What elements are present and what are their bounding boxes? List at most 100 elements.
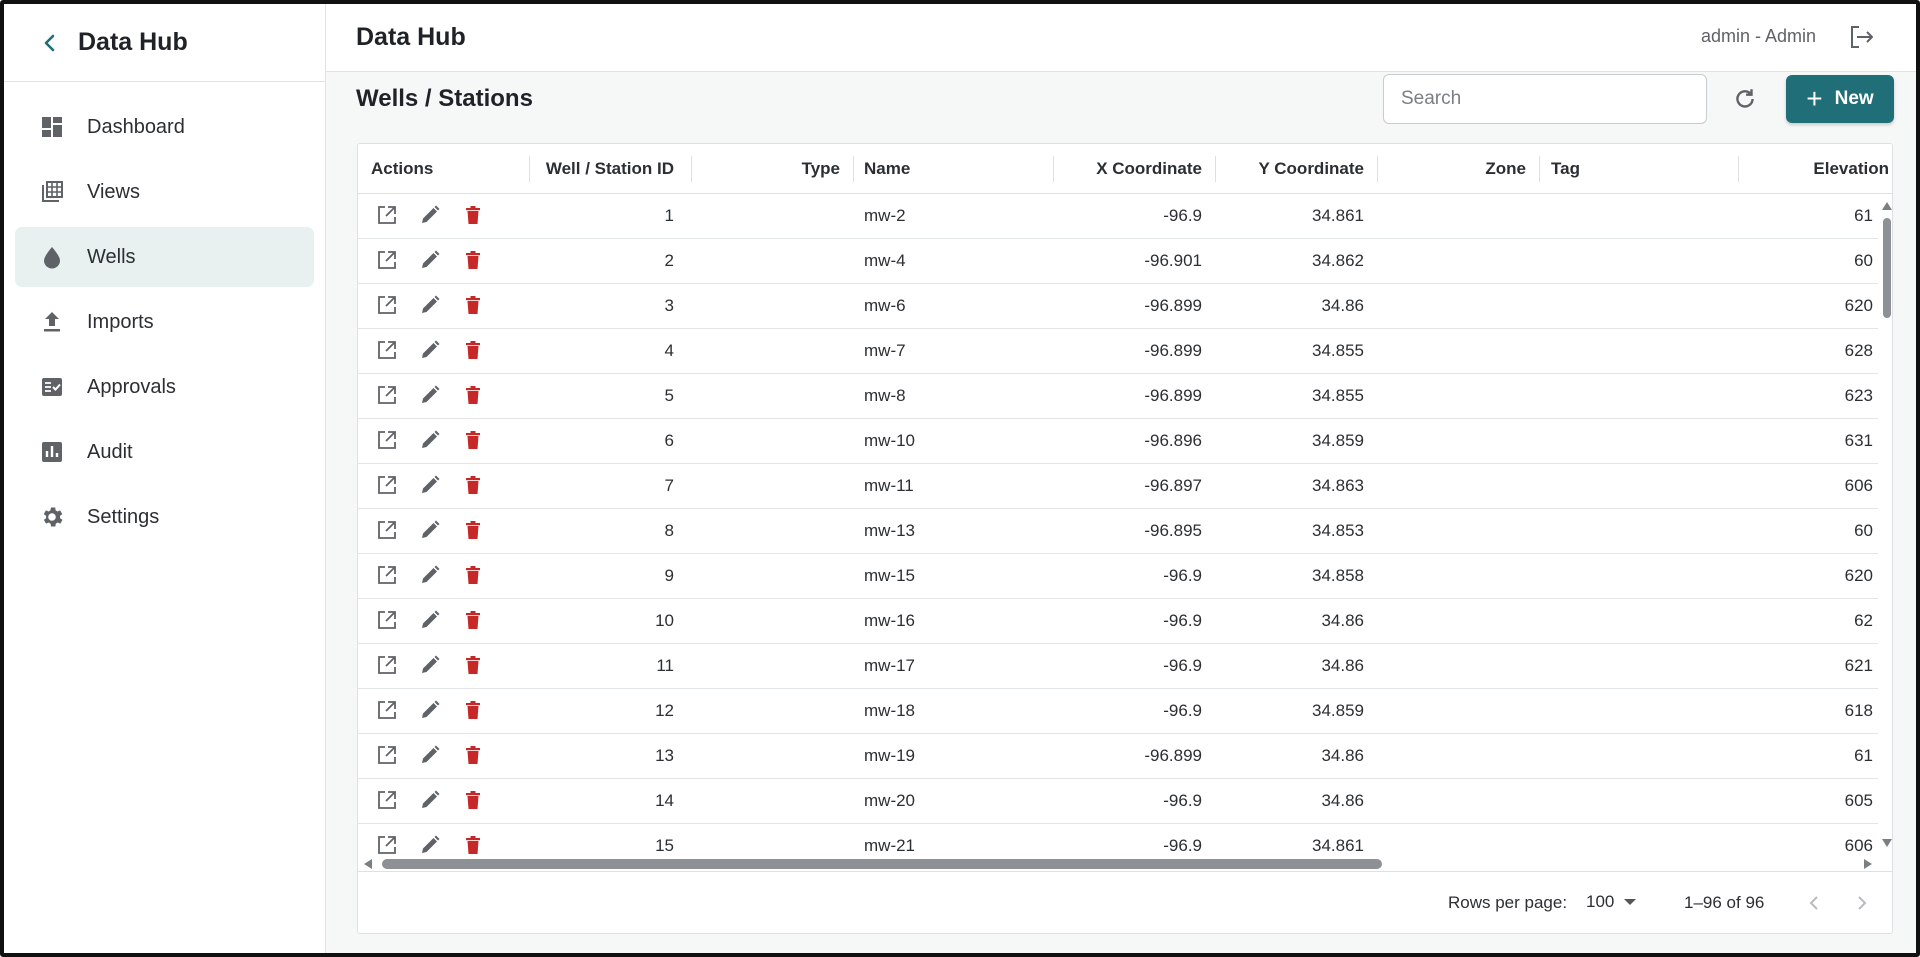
table-row[interactable]: 7 mw-11 -96.897 34.863 606 (358, 464, 1878, 509)
edit-pencil-icon[interactable] (418, 203, 442, 227)
open-external-icon[interactable] (375, 833, 399, 855)
table-row[interactable]: 13 mw-19 -96.899 34.86 61 (358, 734, 1878, 779)
open-external-icon[interactable] (375, 293, 399, 317)
logout-icon[interactable] (1846, 22, 1876, 52)
open-external-icon[interactable] (375, 788, 399, 812)
delete-trash-icon[interactable] (461, 698, 485, 722)
vertical-scrollbar[interactable] (1878, 194, 1892, 855)
column-header-tag[interactable]: Tag (1551, 144, 1711, 193)
cell-type (692, 734, 852, 778)
delete-trash-icon[interactable] (461, 788, 485, 812)
edit-pencil-icon[interactable] (418, 653, 442, 677)
table-row[interactable]: 11 mw-17 -96.9 34.86 621 (358, 644, 1878, 689)
table-row[interactable]: 8 mw-13 -96.895 34.853 60 (358, 509, 1878, 554)
edit-pencil-icon[interactable] (418, 608, 442, 632)
open-external-icon[interactable] (375, 428, 399, 452)
scroll-up-arrow[interactable] (1882, 202, 1892, 210)
column-header-elevation[interactable]: Elevation (1739, 144, 1889, 193)
edit-pencil-icon[interactable] (418, 383, 442, 407)
column-header-id[interactable]: Well / Station ID (530, 144, 686, 193)
delete-trash-icon[interactable] (461, 563, 485, 587)
sidebar-item-imports[interactable]: Imports (15, 292, 314, 352)
delete-trash-icon[interactable] (461, 428, 485, 452)
edit-pencil-icon[interactable] (418, 698, 442, 722)
sidebar-item-views[interactable]: Views (15, 162, 314, 222)
open-external-icon[interactable] (375, 563, 399, 587)
edit-pencil-icon[interactable] (418, 248, 442, 272)
prev-page-button[interactable] (1798, 886, 1832, 920)
open-external-icon[interactable] (375, 383, 399, 407)
delete-trash-icon[interactable] (461, 833, 485, 855)
scroll-right-arrow[interactable] (1864, 859, 1872, 869)
table-row[interactable]: 4 mw-7 -96.899 34.855 628 (358, 329, 1878, 374)
edit-pencil-icon[interactable] (418, 788, 442, 812)
search-input[interactable] (1383, 74, 1707, 124)
open-external-icon[interactable] (375, 608, 399, 632)
delete-trash-icon[interactable] (461, 743, 485, 767)
delete-trash-icon[interactable] (461, 338, 485, 362)
open-external-icon[interactable] (375, 743, 399, 767)
delete-trash-icon[interactable] (461, 203, 485, 227)
sidebar-item-approvals[interactable]: Approvals (15, 357, 314, 417)
cell-name: mw-8 (864, 386, 906, 405)
delete-trash-icon[interactable] (461, 293, 485, 317)
table-row[interactable]: 9 mw-15 -96.9 34.858 620 (358, 554, 1878, 599)
column-header-name[interactable]: Name (864, 144, 1044, 193)
cell-type (692, 374, 852, 418)
delete-trash-icon[interactable] (461, 248, 485, 272)
horizontal-scroll-thumb[interactable] (382, 859, 1382, 869)
table-row[interactable]: 1 mw-2 -96.9 34.861 61 (358, 194, 1878, 239)
open-external-icon[interactable] (375, 338, 399, 362)
open-external-icon[interactable] (375, 518, 399, 542)
delete-trash-icon[interactable] (461, 473, 485, 497)
edit-pencil-icon[interactable] (418, 338, 442, 362)
horizontal-scrollbar[interactable] (358, 855, 1878, 871)
scroll-left-arrow[interactable] (364, 859, 372, 869)
cell-zone (1378, 284, 1538, 328)
edit-pencil-icon[interactable] (418, 833, 442, 855)
open-external-icon[interactable] (375, 248, 399, 272)
table-row[interactable]: 5 mw-8 -96.899 34.855 623 (358, 374, 1878, 419)
delete-trash-icon[interactable] (461, 653, 485, 677)
table-row[interactable]: 14 mw-20 -96.9 34.86 605 (358, 779, 1878, 824)
table-row[interactable]: 6 mw-10 -96.896 34.859 631 (358, 419, 1878, 464)
column-header-actions[interactable]: Actions (371, 144, 521, 193)
edit-pencil-icon[interactable] (418, 743, 442, 767)
column-header-x[interactable]: X Coordinate (1054, 144, 1214, 193)
delete-trash-icon[interactable] (461, 518, 485, 542)
chevron-left-icon[interactable] (40, 33, 60, 53)
column-header-type[interactable]: Type (692, 144, 852, 193)
sidebar-item-dashboard[interactable]: Dashboard (15, 97, 314, 157)
rows-per-page-select[interactable]: 100 (1586, 892, 1637, 912)
open-external-icon[interactable] (375, 473, 399, 497)
cell-id: 12 (655, 701, 674, 720)
sidebar-item-settings[interactable]: Settings (15, 487, 314, 547)
open-external-icon[interactable] (375, 653, 399, 677)
open-external-icon[interactable] (375, 203, 399, 227)
open-external-icon[interactable] (375, 698, 399, 722)
vertical-scroll-thumb[interactable] (1883, 218, 1891, 318)
edit-pencil-icon[interactable] (418, 563, 442, 587)
new-button[interactable]: + New (1786, 75, 1894, 123)
edit-pencil-icon[interactable] (418, 428, 442, 452)
edit-pencil-icon[interactable] (418, 518, 442, 542)
cell-elevation: 605 (1844, 791, 1873, 810)
table-row[interactable]: 2 mw-4 -96.901 34.862 60 (358, 239, 1878, 284)
approvals-icon (39, 374, 65, 400)
delete-trash-icon[interactable] (461, 383, 485, 407)
table-row[interactable]: 12 mw-18 -96.9 34.859 618 (358, 689, 1878, 734)
table-row[interactable]: 10 mw-16 -96.9 34.86 62 (358, 599, 1878, 644)
edit-pencil-icon[interactable] (418, 473, 442, 497)
upload-icon (39, 309, 65, 335)
sidebar-item-audit[interactable]: Audit (15, 422, 314, 482)
scroll-down-arrow[interactable] (1882, 839, 1892, 847)
sidebar-item-wells[interactable]: Wells (15, 227, 314, 287)
table-row[interactable]: 3 mw-6 -96.899 34.86 620 (358, 284, 1878, 329)
delete-trash-icon[interactable] (461, 608, 485, 632)
table-row[interactable]: 15 mw-21 -96.9 34.861 606 (358, 824, 1878, 855)
edit-pencil-icon[interactable] (418, 293, 442, 317)
next-page-button[interactable] (1844, 886, 1878, 920)
refresh-button[interactable] (1726, 80, 1764, 118)
column-header-y[interactable]: Y Coordinate (1216, 144, 1376, 193)
column-header-zone[interactable]: Zone (1378, 144, 1538, 193)
